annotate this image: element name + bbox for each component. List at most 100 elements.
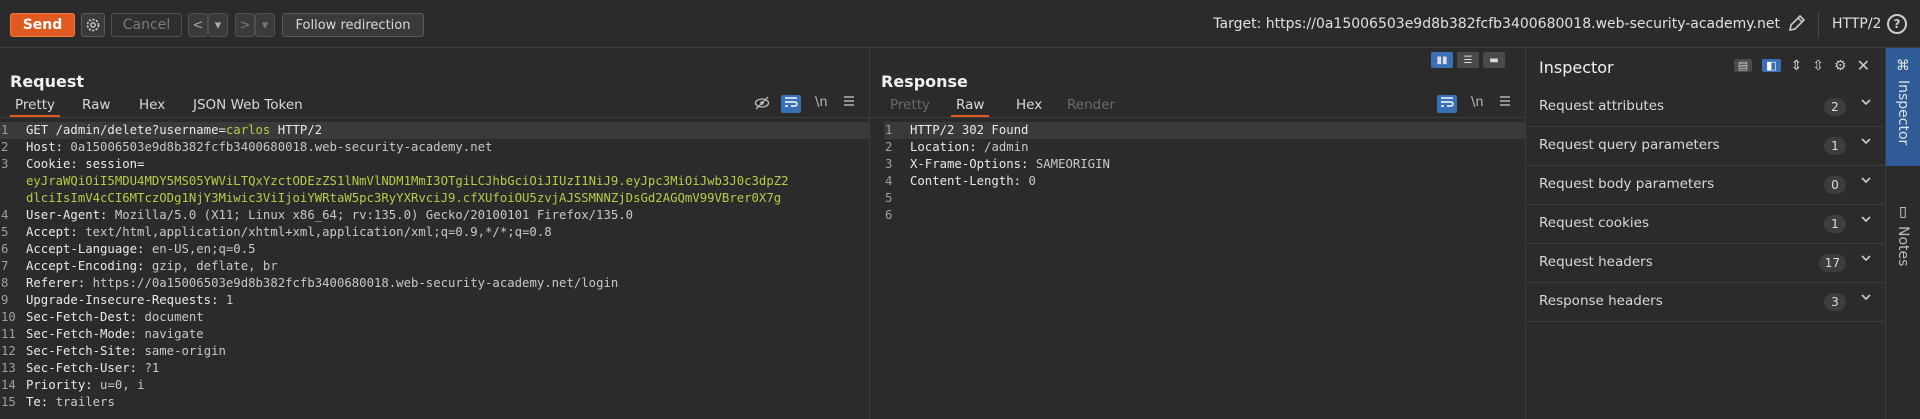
request-line[interactable]: dlciIsImV4cCI6MTczODg1NjY3Miwic3ViIjoiYW… (0, 190, 869, 207)
line-number: 4 (885, 174, 893, 188)
request-line[interactable]: 7 Accept-Encoding: gzip, deflate, br (0, 258, 869, 275)
header-name: Accept: (26, 225, 86, 239)
request-line[interactable]: 15 Te: trailers (0, 394, 869, 411)
inspector-section[interactable]: Request headers 17 (1527, 244, 1884, 283)
response-line[interactable]: 5 (884, 190, 1525, 207)
tab-request-hex[interactable]: Hex (134, 97, 170, 113)
layout-stacked-icon[interactable]: ☰ (1457, 52, 1479, 68)
tab-response-raw[interactable]: Raw (951, 97, 990, 117)
header-value: document (144, 310, 204, 324)
help-icon[interactable]: ? (1887, 14, 1907, 34)
response-tabs: Pretty Raw Hex Render \n (871, 95, 1525, 118)
follow-redirection-button[interactable]: Follow redirection (282, 13, 424, 37)
inspector-layout-split-icon[interactable]: ◧ (1762, 59, 1781, 72)
tab-request-raw[interactable]: Raw (77, 97, 115, 113)
response-line[interactable]: 3 X-Frame-Options: SAMEORIGIN (884, 156, 1525, 173)
chevron-down-icon[interactable] (1860, 174, 1872, 190)
close-inspector-icon[interactable]: ✕ (1857, 56, 1870, 75)
header-name: Host: (26, 140, 71, 154)
inspector-section-label: Request attributes (1539, 98, 1665, 114)
request-title: Request (10, 72, 85, 91)
response-line[interactable]: 4 Content-Length: 0 (884, 173, 1525, 190)
response-line[interactable]: 6 (884, 207, 1525, 224)
request-line[interactable]: 11 Sec-Fetch-Mode: navigate (0, 326, 869, 343)
header-value: https://0a15006503e9d8b382fcfb3400680018… (92, 276, 619, 290)
tab-request-pretty[interactable]: Pretty (10, 97, 61, 117)
line-number: 5 (885, 191, 893, 205)
menu-icon[interactable] (843, 95, 855, 111)
show-newlines-toggle[interactable]: \n (815, 95, 828, 110)
request-line[interactable]: 2 Host: 0a15006503e9d8b382fcfb3400680018.… (0, 139, 869, 156)
request-line[interactable]: 3 Cookie: session= (0, 156, 869, 173)
request-line[interactable]: 1 GET /admin/delete?username=carlos HTTP/… (0, 122, 869, 139)
chevron-down-icon[interactable] (1860, 252, 1872, 268)
line-number: 13 (1, 361, 16, 375)
chevron-down-icon[interactable] (1860, 96, 1872, 112)
inspector-section[interactable]: Request attributes 2 (1527, 88, 1884, 127)
request-editor[interactable]: 1 GET /admin/delete?username=carlos HTTP/… (0, 122, 869, 411)
header-name: HTTP/2 302 Found (910, 123, 1029, 137)
tab-request-json-web-token[interactable]: JSON Web Token (188, 97, 308, 113)
forward-dropdown-button[interactable]: ▾ (255, 13, 275, 37)
back-dropdown-button[interactable]: ▾ (208, 13, 228, 37)
inspector-section[interactable]: Request cookies 1 (1527, 205, 1884, 244)
sidebar-tab-notes[interactable]: ▯ Notes (1886, 194, 1920, 294)
inspector-section[interactable]: Request query parameters 1 (1527, 127, 1884, 166)
response-line[interactable]: 2 Location: /admin (884, 139, 1525, 156)
menu-icon[interactable] (1499, 95, 1511, 111)
cancel-button[interactable]: Cancel (111, 13, 182, 37)
request-line[interactable]: 5 Accept: text/html,application/xhtml+xml… (0, 224, 869, 241)
chevron-down-icon[interactable] (1860, 213, 1872, 229)
hide-nonprintable-icon[interactable] (754, 96, 770, 114)
inspector-sections: Request attributes 2 Request query paramet… (1527, 88, 1884, 322)
send-button[interactable]: Send (10, 13, 75, 37)
word-wrap-icon[interactable] (781, 95, 801, 113)
request-line[interactable]: 12 Sec-Fetch-Site: same-origin (0, 343, 869, 360)
header-value: trailers (55, 395, 115, 409)
header-value: ?1 (144, 361, 160, 375)
request-line[interactable]: 4 User-Agent: Mozilla/5.0 (X11; Linux x86… (0, 207, 869, 224)
inspector-section[interactable]: Response headers 3 (1527, 283, 1884, 322)
forward-button[interactable]: > (235, 13, 255, 37)
inspector-section[interactable]: Request body parameters 0 (1527, 166, 1884, 205)
header-value: u=0, i (100, 378, 145, 392)
request-line[interactable]: 13 Sec-Fetch-User: ?1 (0, 360, 869, 377)
header-name: Referer: (26, 276, 93, 290)
request-line[interactable]: 10 Sec-Fetch-Dest: document (0, 309, 869, 326)
tab-response-hex[interactable]: Hex (1011, 97, 1047, 113)
word-wrap-icon[interactable] (1437, 95, 1457, 113)
inspector-layout-list-icon[interactable]: ▤ (1733, 59, 1753, 72)
sidebar-notes-label: Notes (1895, 226, 1911, 267)
layout-tabbed-icon[interactable]: ▬ (1483, 52, 1505, 68)
inspector-section-label: Request headers (1539, 254, 1653, 270)
request-line[interactable]: 9 Upgrade-Insecure-Requests: 1 (0, 292, 869, 309)
count-badge: 2 (1824, 98, 1846, 116)
request-line[interactable]: 6 Accept-Language: en-US,en;q=0.5 (0, 241, 869, 258)
show-newlines-toggle[interactable]: \n (1471, 95, 1484, 110)
layout-side-by-side-icon[interactable]: ▮▮ (1431, 52, 1453, 68)
collapse-all-icon[interactable]: ⇳ (1812, 58, 1824, 74)
sidebar-tab-inspector[interactable]: ⌘ Inspector (1886, 48, 1920, 166)
back-button[interactable]: < (188, 13, 208, 37)
request-line[interactable]: eyJraWQiOiI5MDU4MDY5MS05YWViLTQxYzctODEz… (0, 173, 869, 190)
expand-all-icon[interactable]: ⇕ (1791, 58, 1803, 74)
tab-response-render[interactable]: Render (1062, 97, 1120, 113)
request-line[interactable]: 8 Referer: https://0a15006503e9d8b382fcfb… (0, 275, 869, 292)
notes-icon: ▯ (1899, 204, 1907, 220)
request-line[interactable]: 14 Priority: u=0, i (0, 377, 869, 394)
http-version-label[interactable]: HTTP/2 (1832, 16, 1881, 32)
chevron-down-icon[interactable] (1860, 291, 1872, 307)
line-number: 11 (1, 327, 16, 341)
tab-response-pretty[interactable]: Pretty (885, 97, 935, 113)
line-number: 2 (885, 140, 893, 154)
header-value: /admin (984, 140, 1029, 154)
sidebar-inspector-label: Inspector (1895, 80, 1911, 146)
right-sidebar: ⌘ Inspector ▯ Notes (1885, 48, 1920, 419)
edit-target-pencil-icon[interactable] (1787, 13, 1807, 38)
inspector-settings-gear-icon[interactable]: ⚙ (1834, 58, 1847, 74)
count-badge: 3 (1824, 293, 1846, 311)
response-editor[interactable]: 1 HTTP/2 302 Found 2 Location: /admin 3 X-Fra… (884, 122, 1525, 224)
chevron-down-icon[interactable] (1860, 135, 1872, 151)
settings-gear-icon[interactable] (81, 13, 105, 37)
response-line[interactable]: 1 HTTP/2 302 Found (884, 122, 1525, 139)
